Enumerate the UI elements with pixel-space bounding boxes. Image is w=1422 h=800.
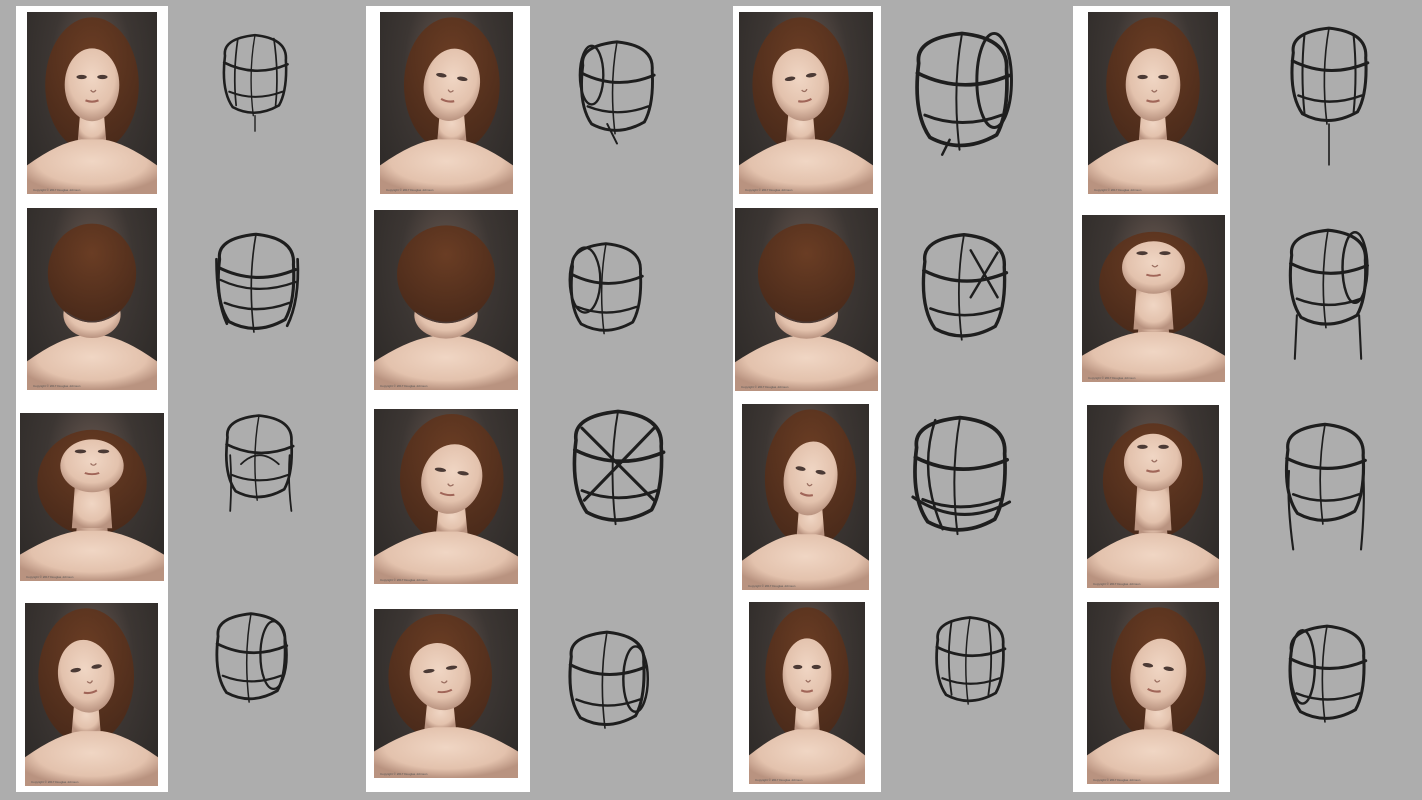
- face-photo-image: [374, 225, 518, 390]
- photo-copyright-caption: Copyright © 2017 Douglas Johnson: [386, 188, 434, 192]
- head-construction-sketch-3-2: [908, 228, 1020, 342]
- face-photo-image: [749, 607, 865, 784]
- sketch-lines: [921, 233, 1009, 341]
- face-photo-image: [27, 17, 157, 194]
- reference-photo-2-1: Copyright © 2017 Douglas Johnson: [380, 12, 513, 194]
- photo-copyright-caption: Copyright © 2017 Douglas Johnson: [745, 188, 793, 192]
- reference-photo-2-4: Copyright © 2017 Douglas Johnson: [374, 609, 518, 778]
- head-construction-sketch-1-1: [212, 30, 298, 150]
- photo-copyright-caption: Copyright © 2017 Douglas Johnson: [33, 384, 81, 388]
- head-construction-sketch-1-4: [204, 608, 298, 704]
- sketch-lines: [1288, 228, 1369, 360]
- photo-copyright-caption: Copyright © 2017 Douglas Johnson: [748, 584, 796, 588]
- face-photo-image: [1088, 17, 1218, 194]
- face-photo-image: [27, 223, 157, 390]
- sketch-lines: [935, 616, 1007, 705]
- sketch-lines: [578, 40, 656, 145]
- sketch-lines: [1284, 422, 1367, 551]
- photo-copyright-caption: Copyright © 2017 Douglas Johnson: [1088, 376, 1136, 380]
- face-photo-image: [742, 409, 869, 590]
- head-construction-sketch-2-3: [558, 404, 678, 526]
- face-photo-image: [380, 17, 513, 194]
- photo-copyright-caption: Copyright © 2017 Douglas Johnson: [33, 188, 81, 192]
- head-construction-sketch-4-1: [1278, 22, 1380, 172]
- reference-photo-3-3: Copyright © 2017 Douglas Johnson: [742, 404, 869, 590]
- face-photo-image: [735, 223, 878, 391]
- sketch-lines: [222, 33, 289, 132]
- head-construction-sketch-4-2: [1276, 224, 1380, 364]
- reference-photo-3-1: Copyright © 2017 Douglas Johnson: [739, 12, 873, 194]
- head-construction-sketch-3-3: [898, 410, 1022, 548]
- sketch-lines: [215, 232, 300, 333]
- face-photo-image: [374, 613, 518, 778]
- sketch-lines: [568, 630, 650, 729]
- face-photo-image: [739, 17, 873, 194]
- face-photo-image: [1082, 231, 1225, 382]
- reference-photo-1-2: Copyright © 2017 Douglas Johnson: [27, 208, 157, 390]
- face-photo-image: [1087, 423, 1219, 588]
- head-construction-sketch-4-4: [1276, 620, 1378, 728]
- head-construction-sketch-1-2: [204, 228, 308, 358]
- head-construction-sketch-2-1: [568, 36, 666, 166]
- reference-photo-1-3: Copyright © 2017 Douglas Johnson: [20, 413, 164, 581]
- head-construction-sketch-3-1: [900, 26, 1024, 172]
- photo-copyright-caption: Copyright © 2017 Douglas Johnson: [1093, 582, 1141, 586]
- head-construction-sketch-2-4: [556, 626, 658, 729]
- photo-copyright-caption: Copyright © 2017 Douglas Johnson: [380, 384, 428, 388]
- photo-copyright-caption: Copyright © 2017 Douglas Johnson: [741, 385, 789, 389]
- sketch-lines: [915, 31, 1013, 156]
- photo-copyright-caption: Copyright © 2017 Douglas Johnson: [380, 578, 428, 582]
- face-photo-image: [374, 414, 518, 584]
- photo-copyright-caption: Copyright © 2017 Douglas Johnson: [755, 778, 803, 782]
- reference-photo-3-2: Copyright © 2017 Douglas Johnson: [735, 208, 878, 391]
- reference-photo-4-3: Copyright © 2017 Douglas Johnson: [1087, 405, 1219, 588]
- photo-copyright-caption: Copyright © 2017 Douglas Johnson: [31, 780, 79, 784]
- sketch-lines: [1288, 624, 1368, 723]
- reference-photo-1-4: Copyright © 2017 Douglas Johnson: [25, 603, 158, 786]
- head-construction-sketch-1-3: [214, 410, 304, 530]
- sketch-lines: [224, 414, 295, 512]
- reference-photo-1-1: Copyright © 2017 Douglas Johnson: [27, 12, 157, 194]
- sketch-lines: [572, 409, 666, 526]
- sketch-lines: [911, 415, 1012, 536]
- reference-photo-4-2: Copyright © 2017 Douglas Johnson: [1082, 215, 1225, 382]
- reference-photo-4-1: Copyright © 2017 Douglas Johnson: [1088, 12, 1218, 194]
- photo-copyright-caption: Copyright © 2017 Douglas Johnson: [26, 575, 74, 579]
- sketch-lines: [568, 242, 644, 335]
- photo-copyright-caption: Copyright © 2017 Douglas Johnson: [380, 772, 428, 776]
- reference-photo-4-4: Copyright © 2017 Douglas Johnson: [1087, 602, 1219, 784]
- reference-photo-2-2: Copyright © 2017 Douglas Johnson: [374, 210, 518, 390]
- face-photo-image: [1087, 607, 1219, 784]
- reference-photo-2-3: Copyright © 2017 Douglas Johnson: [374, 409, 518, 584]
- head-construction-sketch-4-3: [1272, 418, 1378, 560]
- reference-photo-3-4: Copyright © 2017 Douglas Johnson: [749, 602, 865, 784]
- photo-copyright-caption: Copyright © 2017 Douglas Johnson: [1093, 778, 1141, 782]
- head-construction-sketch-2-2: [558, 238, 654, 346]
- face-photo-image: [20, 429, 164, 581]
- photo-copyright-caption: Copyright © 2017 Douglas Johnson: [1094, 188, 1142, 192]
- sketch-lines: [215, 612, 289, 703]
- head-construction-sketch-3-4: [924, 612, 1016, 716]
- face-photo-image: [25, 608, 158, 786]
- sketch-lines: [1290, 26, 1370, 166]
